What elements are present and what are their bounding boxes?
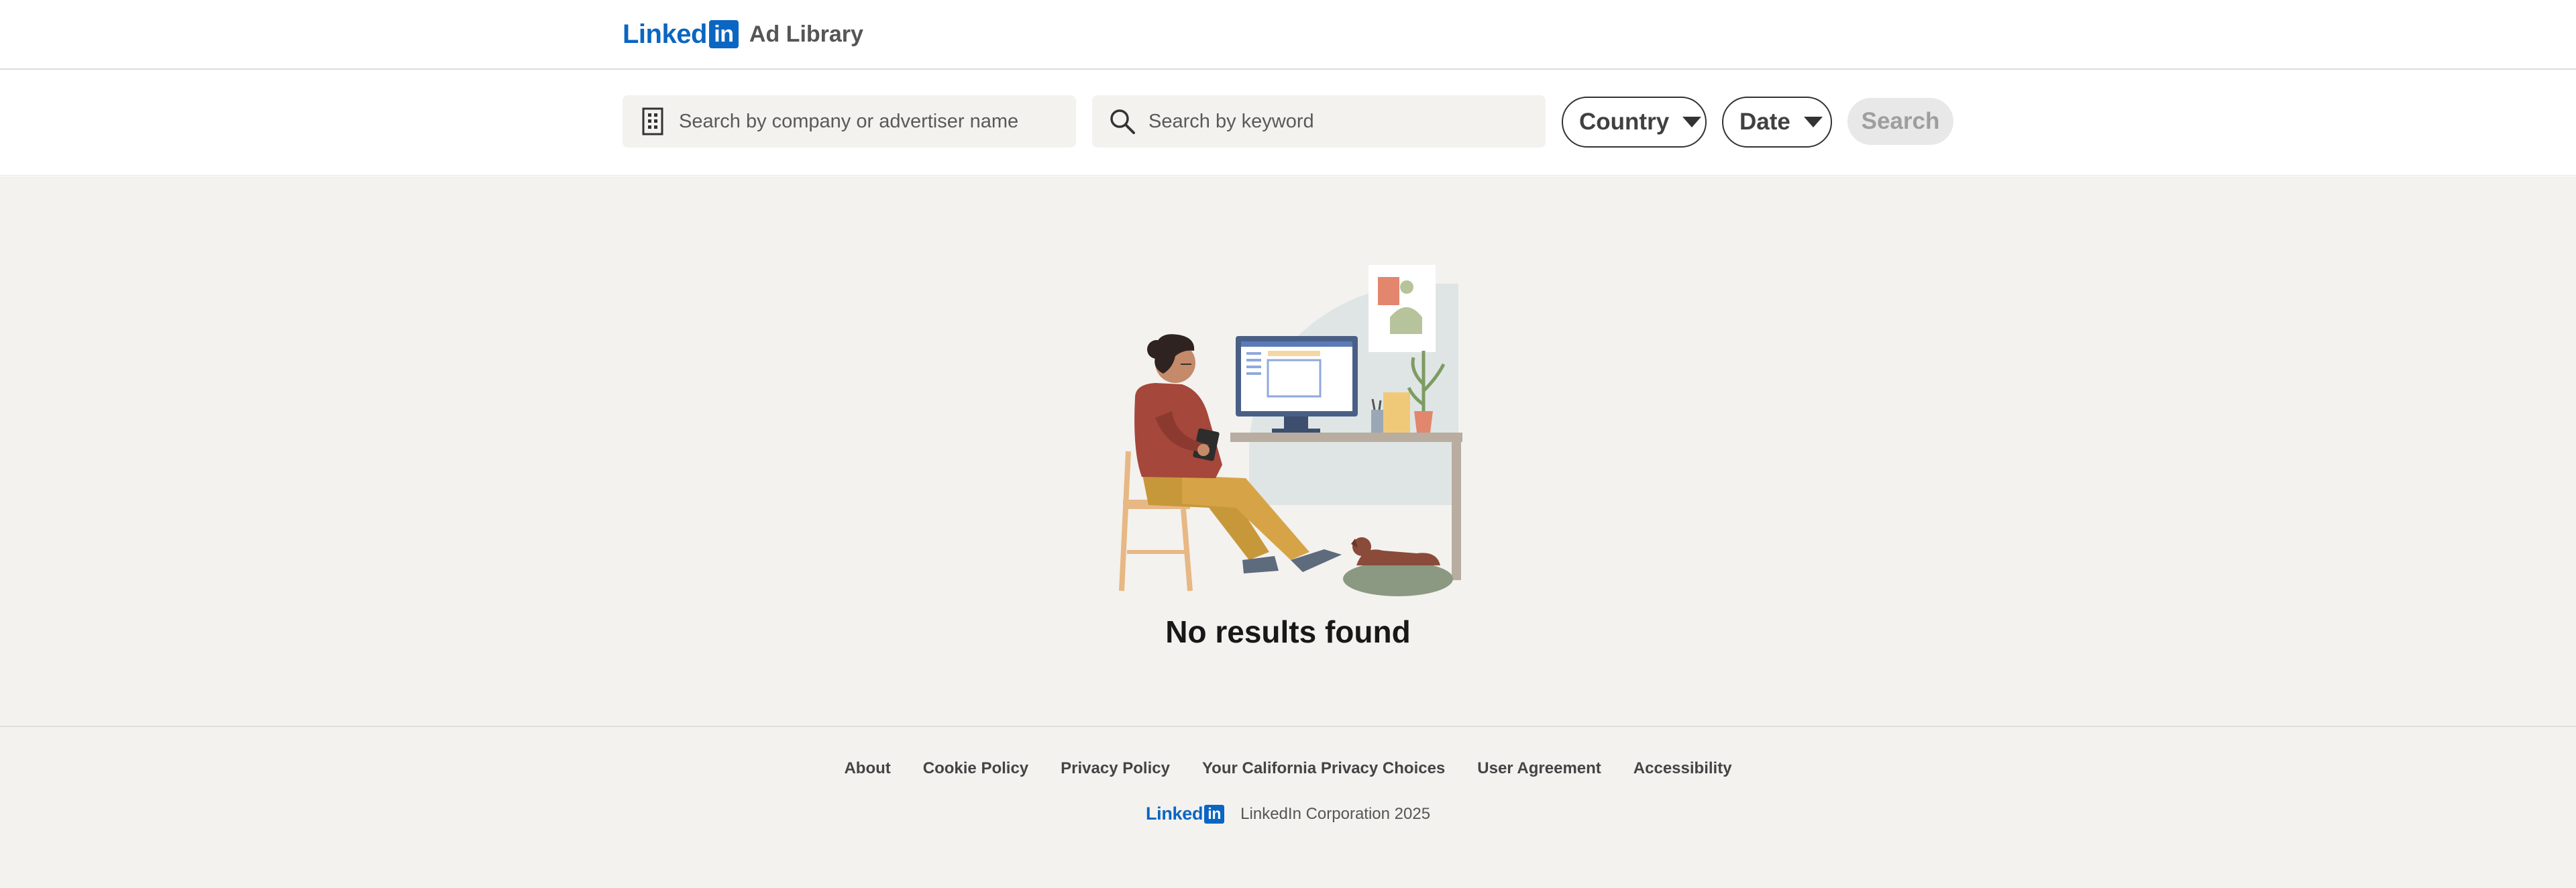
footer-logo-in-box: in [1204,804,1225,824]
page-title: Ad Library [749,21,863,47]
footer-link-california-privacy[interactable]: Your California Privacy Choices [1202,759,1445,778]
footer-link-privacy-policy[interactable]: Privacy Policy [1061,759,1170,778]
person-at-desk-illustration [1119,265,1462,596]
copyright-text: LinkedIn Corporation 2025 [1240,804,1431,823]
footer: About Cookie Policy Privacy Policy Your … [0,726,2576,888]
brand: Linked in Ad Library [623,19,863,50]
building-icon [639,107,667,135]
footer-linkedin-logo: Linked in [1145,803,1225,824]
linkedin-logo[interactable]: Linked in [623,19,739,50]
caret-down-icon [1803,117,1823,127]
company-search-input[interactable] [678,109,1053,133]
company-search-field[interactable] [623,95,1076,148]
top-header: Linked in Ad Library [0,0,2576,70]
logo-in-box: in [708,20,739,48]
no-results-heading: No results found [1165,614,1411,649]
footer-link-about[interactable]: About [844,759,890,778]
footer-copyright-row: Linked in LinkedIn Corporation 2025 [0,803,2576,824]
caret-down-icon [1682,117,1702,127]
search-button[interactable]: Search [1847,98,1953,145]
footer-links: About Cookie Policy Privacy Policy Your … [0,759,2576,778]
keyword-search-input[interactable] [1147,109,1523,133]
date-dropdown[interactable]: Date [1722,97,1832,148]
date-dropdown-label: Date [1739,109,1790,135]
results-area: No results found [0,176,2576,726]
footer-link-accessibility[interactable]: Accessibility [1633,759,1732,778]
footer-logo-wordmark: Linked [1145,803,1203,824]
keyword-search-field[interactable] [1092,95,1546,148]
footer-link-user-agreement[interactable]: User Agreement [1477,759,1601,778]
country-dropdown[interactable]: Country [1562,97,1707,148]
search-bar: Country Date Search [0,71,2576,176]
search-icon [1108,107,1136,135]
country-dropdown-label: Country [1579,109,1670,135]
logo-wordmark: Linked [623,19,707,49]
footer-link-cookie-policy[interactable]: Cookie Policy [923,759,1028,778]
